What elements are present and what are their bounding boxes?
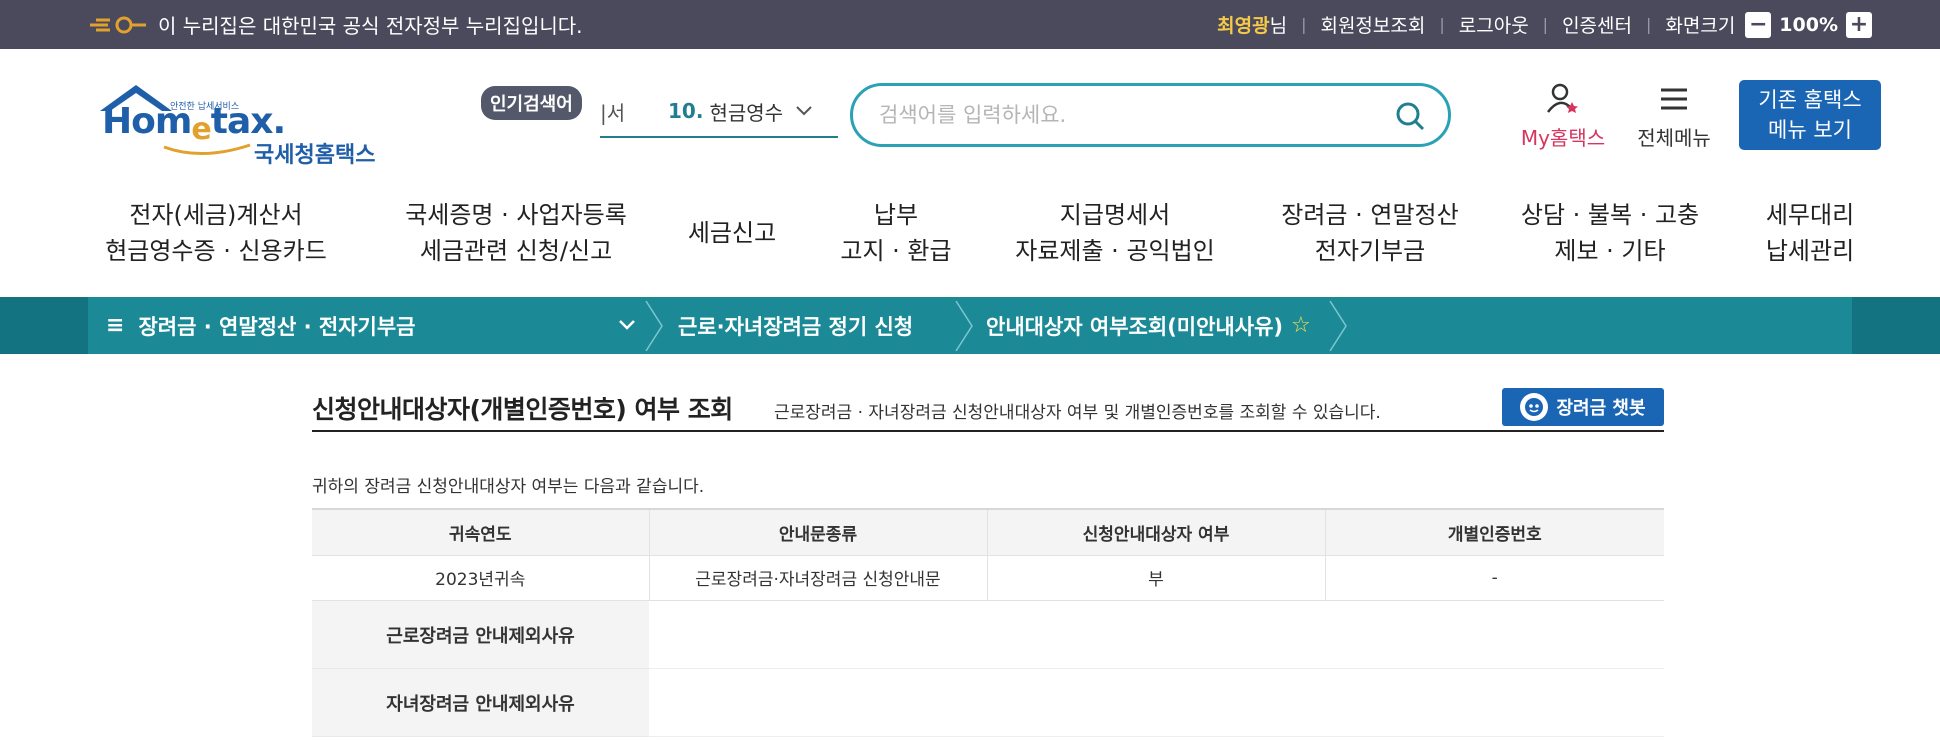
child-incentive-exclusion-value — [649, 669, 1664, 737]
table-row: 2023년귀속 근로장려금·자녀장려금 신청안내문 부 - — [312, 555, 1664, 601]
gnb-item-certificate[interactable]: 국세증명 · 사업자등록 세금관련 신청/신고 — [396, 197, 636, 269]
user-name: 최영광 — [1217, 15, 1270, 37]
breadcrumb: ≡ 장려금 · 연말정산 · 전자기부금 근로·자녀장려금 정기 신청 안내대상… — [0, 297, 1940, 354]
popular-keyword-rolling[interactable]: |서 10. 현금영수 — [600, 86, 838, 138]
col-auth-number: 개별인증번호 — [1324, 508, 1664, 556]
col-target-status: 신청안내대상자 여부 — [986, 508, 1325, 556]
work-incentive-exclusion-row: 근로장려금 안내제외사유 — [312, 601, 1664, 669]
col-year: 귀속연도 — [312, 508, 649, 556]
all-menu-label: 전체메뉴 — [1637, 126, 1711, 150]
search-input[interactable] — [879, 100, 1379, 130]
gov-notice: 이 누리집은 대한민국 공식 전자정부 누리집입니다. — [88, 0, 583, 49]
zoom-in-button[interactable]: + — [1846, 11, 1872, 38]
member-info-link[interactable]: 회원정보조회 — [1320, 11, 1425, 38]
search-icon[interactable] — [1394, 100, 1426, 132]
gnb-item-payment[interactable]: 납부 고지 · 환급 — [826, 197, 966, 269]
cell-auth-number: - — [1324, 555, 1664, 601]
menu-icon: ≡ — [106, 313, 125, 338]
gnb-item-einvoice[interactable]: 전자(세금)계산서 현금영수증 · 신용카드 — [96, 197, 336, 269]
gov-notice-bar: 이 누리집은 대한민국 공식 전자정부 누리집입니다. 최영광 님 | 회원정보… — [0, 0, 1940, 49]
work-incentive-exclusion-value — [649, 601, 1664, 669]
gnb-item-consult[interactable]: 상담 · 불복 · 고충 제보 · 기타 — [1510, 197, 1710, 269]
cell-target-status: 부 — [986, 555, 1325, 601]
table-header-row: 귀속연도 안내문종류 신청안내대상자 여부 개별인증번호 — [312, 508, 1664, 556]
logout-link[interactable]: 로그아웃 — [1459, 11, 1529, 38]
favorite-star-icon[interactable]: ☆ — [1291, 313, 1311, 338]
cell-notice-type: 근로장려금·자녀장려금 신청안내문 — [648, 555, 987, 601]
zoom-out-button[interactable]: − — [1745, 11, 1772, 38]
gnb-item-tax-report[interactable]: 세금신고 — [672, 215, 792, 251]
cell-year: 2023년귀속 — [312, 555, 649, 601]
breadcrumb-level1[interactable]: ≡ 장려금 · 연말정산 · 전자기부금 — [106, 297, 636, 354]
hamburger-icon — [1661, 88, 1687, 110]
popular-keywords-badge: 인기검색어 — [481, 86, 582, 120]
user-icon — [1547, 83, 1578, 113]
gnb-item-tax-agent[interactable]: 세무대리 납세관리 — [1750, 197, 1870, 269]
gnb-item-incentive[interactable]: 장려금 · 연말정산 전자기부금 — [1270, 197, 1470, 269]
result-table: 귀속연도 안내문종류 신청안내대상자 여부 개별인증번호 2023년귀속 근로장… — [312, 508, 1664, 601]
incentive-chatbot-button[interactable]: 장려금 챗봇 — [1502, 388, 1664, 426]
breadcrumb-separator-icon — [645, 301, 663, 351]
user-suffix: 님 — [1269, 15, 1288, 37]
gov-notice-text: 이 누리집은 대한민국 공식 전자정부 누리집입니다. — [158, 14, 583, 38]
hometax-logo[interactable]: 안전한 납세서비스 Hometax. 국세청홈택스 — [88, 79, 398, 168]
page-title: 신청안내대상자(개별인증번호) 여부 조회 — [312, 395, 733, 424]
gnb-item-payment-statement[interactable]: 지급명세서 자료제출 · 공익법인 — [1005, 197, 1225, 269]
logo-swoosh-icon — [163, 143, 251, 155]
egov-logo-icon — [90, 16, 146, 33]
zoom-level: 100% — [1779, 13, 1838, 36]
user-menu: 최영광 님 | 회원정보조회 | 로그아웃 | 인증센터 | 화면크기 − 10… — [1217, 0, 1872, 49]
logo-korean: 국세청홈택스 — [254, 143, 376, 168]
breadcrumb-separator-icon — [955, 301, 973, 351]
mytax-label: My홈택스 — [1520, 126, 1606, 150]
child-incentive-exclusion-label: 자녀장려금 안내제외사유 — [312, 669, 649, 737]
keyword-rank: 10. — [668, 99, 704, 123]
logo-wordmark: Hometax. — [102, 101, 286, 147]
col-notice-type: 안내문종류 — [648, 508, 987, 556]
chevron-down-icon[interactable] — [618, 319, 636, 331]
work-incentive-exclusion-label: 근로장려금 안내제외사유 — [312, 601, 649, 669]
child-incentive-exclusion-row: 자녀장려금 안내제외사유 — [312, 669, 1664, 737]
mytax-button[interactable]: My홈택스 — [1515, 82, 1611, 151]
breadcrumb-level2[interactable]: 근로·자녀장려금 정기 신청 — [678, 297, 913, 354]
title-row: 신청안내대상자(개별인증번호) 여부 조회 근로장려금 · 자녀장려금 신청안내… — [312, 382, 1664, 432]
all-menu-button[interactable]: 전체메뉴 — [1630, 82, 1718, 151]
result-intro: 귀하의 장려금 신청안내대상자 여부는 다음과 같습니다. — [312, 477, 705, 497]
search-box — [850, 83, 1451, 147]
page-description: 근로장려금 · 자녀장려금 신청안내대상자 여부 및 개별인증번호를 조회할 수… — [774, 403, 1381, 423]
site-header: 안전한 납세서비스 Hometax. 국세청홈택스 인기검색어 |서 10. 현… — [0, 49, 1940, 179]
keyword-prev: |서 — [600, 100, 626, 125]
old-hometax-menu-button[interactable]: 기존 홈택스 메뉴 보기 — [1739, 80, 1881, 150]
screen-size-label: 화면크기 — [1665, 15, 1736, 37]
breadcrumb-separator-icon — [1329, 301, 1347, 351]
chatbot-icon — [1520, 393, 1549, 421]
chevron-down-icon[interactable] — [795, 102, 813, 121]
keyword-text[interactable]: 현금영수 — [709, 97, 783, 126]
breadcrumb-level3: 안내대상자 여부조회(미안내사유) ☆ — [986, 313, 1311, 339]
global-nav: 전자(세금)계산서 현금영수증 · 신용카드 국세증명 · 사업자등록 세금관련… — [0, 179, 1940, 297]
cert-center-link[interactable]: 인증센터 — [1562, 11, 1632, 38]
